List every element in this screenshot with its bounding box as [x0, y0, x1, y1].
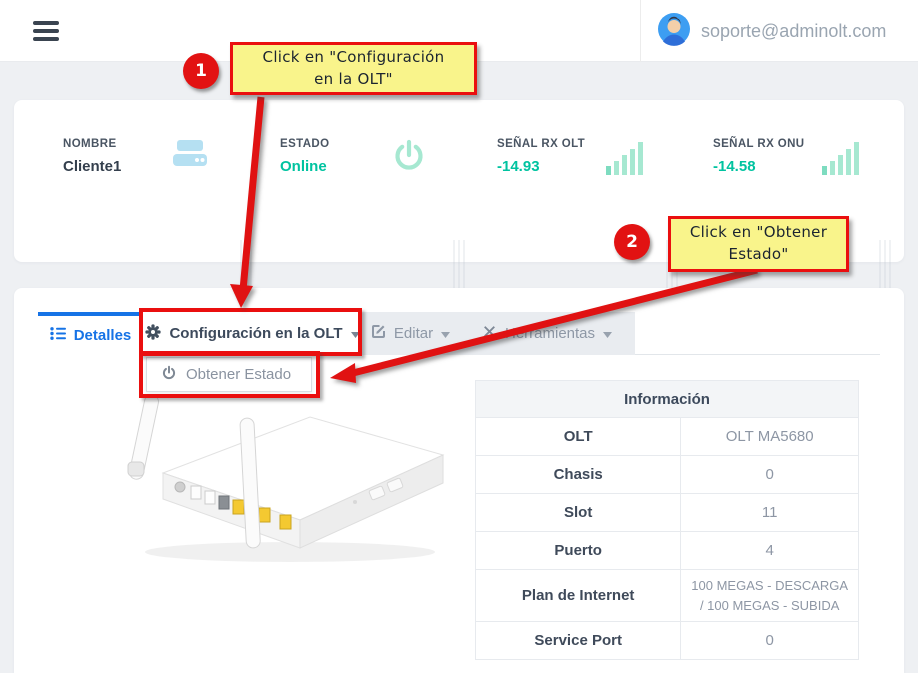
list-icon	[50, 326, 66, 345]
table-row: OLT OLT MA5680	[476, 418, 859, 456]
signal-bars-icon	[606, 138, 644, 180]
tab-detalles[interactable]: Detalles	[38, 312, 143, 355]
table-header-row: Información	[476, 381, 859, 418]
row-label: OLT	[476, 418, 681, 456]
stat-label: SEÑAL RX ONU	[713, 138, 805, 150]
tab-configuracion-en-la-olt[interactable]: Configuración en la OLT	[143, 312, 362, 355]
row-label: Puerto	[476, 532, 681, 570]
row-label: Slot	[476, 494, 681, 532]
power-icon	[391, 138, 427, 179]
row-value: 0	[681, 456, 859, 494]
user-avatar	[657, 12, 691, 51]
row-value: 0	[681, 622, 859, 660]
tab-herramientas[interactable]: Herramientas	[459, 312, 635, 355]
stat-nombre: NOMBRE Cliente1	[63, 138, 209, 175]
table-row: Plan de Internet 100 MEGAS - DESCARGA / …	[476, 570, 859, 622]
tab-label: Editar	[394, 325, 433, 342]
stat-value: -14.58	[713, 158, 805, 175]
wrench-icon	[482, 324, 497, 343]
callout-line: Click en "Obtener	[690, 222, 827, 244]
tab-label: Configuración en la OLT	[169, 325, 342, 342]
row-label: Plan de Internet	[476, 570, 681, 622]
router-icon	[171, 138, 209, 173]
onu-product-image	[40, 390, 450, 575]
chevron-down-icon	[441, 325, 450, 342]
stat-senal-rx-onu: SEÑAL RX ONU -14.58	[713, 138, 860, 180]
chevron-down-icon	[351, 325, 360, 342]
power-icon	[161, 365, 177, 385]
stat-label: NOMBRE	[63, 138, 121, 150]
tab-label: Detalles	[74, 327, 132, 344]
callout-line: en la OLT"	[314, 69, 393, 91]
user-account-area[interactable]: soporte@adminolt.com	[640, 0, 918, 62]
edit-icon	[371, 324, 386, 343]
signal-bars-icon	[822, 138, 860, 180]
table-row: Service Port 0	[476, 622, 859, 660]
online-status-badge: Online	[280, 158, 329, 175]
chevron-down-icon	[603, 325, 612, 342]
stat-label: SEÑAL RX OLT	[497, 138, 585, 150]
user-email: soporte@adminolt.com	[701, 21, 886, 42]
table-row: Slot 11	[476, 494, 859, 532]
tab-editar[interactable]: Editar	[362, 312, 459, 355]
step-number-badge-2: 2	[614, 224, 650, 260]
menu-item-label: Obtener Estado	[186, 366, 291, 383]
callout-line: Estado"	[728, 244, 788, 266]
row-value: OLT MA5680	[681, 418, 859, 456]
row-value: 100 MEGAS - DESCARGA / 100 MEGAS - SUBID…	[681, 570, 859, 622]
row-value: 4	[681, 532, 859, 570]
menu-item-obtener-estado[interactable]: Obtener Estado	[146, 357, 312, 392]
callout-step1: Click en "Configuración en la OLT"	[230, 42, 477, 95]
stat-senal-rx-olt: SEÑAL RX OLT -14.93	[497, 138, 644, 180]
row-label: Chasis	[476, 456, 681, 494]
tab-bar: Detalles Configuración en la OLT	[38, 312, 635, 355]
callout-line: Click en "Configuración	[263, 47, 445, 69]
table-row: Chasis 0	[476, 456, 859, 494]
stat-value: Cliente1	[63, 158, 121, 175]
app-window: soporte@adminolt.com NOMBRE Cliente1 EST…	[0, 0, 918, 673]
row-label: Service Port	[476, 622, 681, 660]
table-title: Información	[476, 381, 859, 418]
table-row: Puerto 4	[476, 532, 859, 570]
information-table: Información OLT OLT MA5680 Chasis 0 Slot…	[475, 380, 859, 660]
stat-estado: ESTADO Online	[280, 138, 427, 179]
gear-icon	[145, 324, 161, 344]
row-value: 11	[681, 494, 859, 532]
step-number-badge-1: 1	[183, 53, 219, 89]
hamburger-menu-icon[interactable]	[33, 21, 59, 41]
stat-label: ESTADO	[280, 138, 329, 150]
callout-step2: Click en "Obtener Estado"	[668, 216, 849, 272]
tab-label: Herramientas	[505, 325, 595, 342]
stat-value: -14.93	[497, 158, 585, 175]
